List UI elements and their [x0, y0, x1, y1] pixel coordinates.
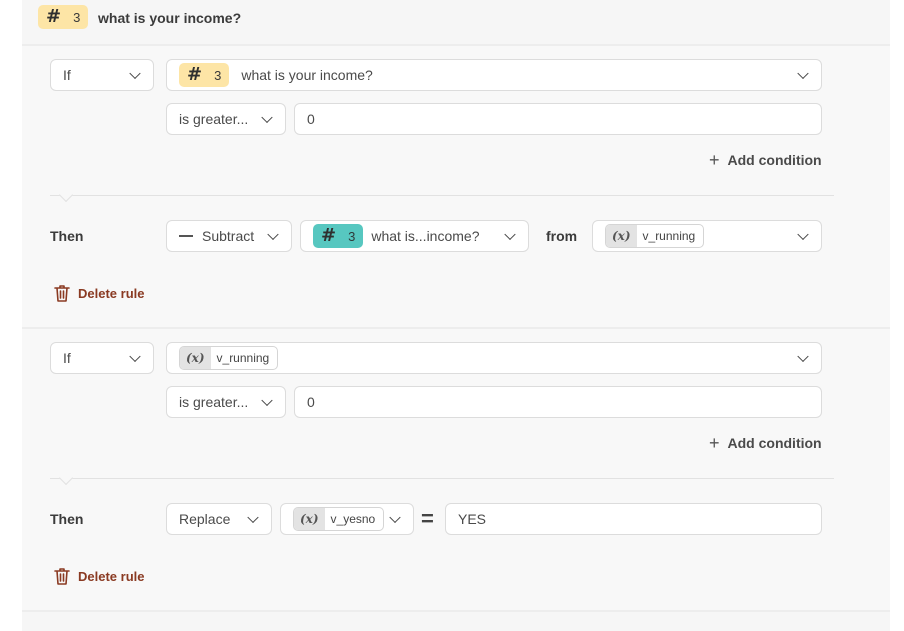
equals-icon: = — [421, 506, 434, 531]
trash-icon — [54, 285, 70, 302]
divider — [50, 195, 834, 196]
rule-1-add-condition-button[interactable]: + Add condition — [709, 151, 822, 169]
rule-1-value-input[interactable]: 0 — [294, 103, 822, 135]
hash-icon: # — [187, 64, 203, 85]
rule-2-operator-select[interactable]: is greater... — [166, 386, 286, 418]
hash-icon: # — [321, 225, 337, 246]
variable-pill: (x) v_running — [179, 346, 279, 370]
rule-1-target-select[interactable]: (x) v_running — [592, 220, 822, 252]
question-number-badge: # 3 — [38, 5, 89, 29]
variable-pill: (x) v_running — [605, 224, 705, 248]
rule-1-if-select[interactable]: If — [50, 59, 154, 91]
rule-1-action-select[interactable]: Subtract — [166, 220, 292, 252]
rule-2-action-select[interactable]: Replace — [166, 503, 272, 535]
chevron-down-icon — [129, 350, 141, 363]
rule-2-if-select[interactable]: If — [50, 342, 154, 374]
chevron-down-icon — [261, 111, 273, 124]
chevron-down-icon — [797, 67, 809, 80]
variable-pill: (x) v_yesno — [293, 507, 385, 531]
chevron-down-icon — [797, 228, 809, 241]
next-section — [22, 612, 890, 631]
trash-icon — [54, 568, 70, 585]
rule-1-then-label: Then — [50, 228, 84, 244]
chevron-down-icon — [267, 228, 279, 241]
chevron-down-icon — [129, 67, 141, 80]
rule-2-value-input[interactable]: 0 — [294, 386, 822, 418]
chevron-down-icon — [504, 228, 516, 241]
plus-icon: + — [709, 150, 720, 170]
rule-2-then-label: Then — [50, 511, 84, 527]
rule-2-subject-select[interactable]: (x) v_running — [166, 342, 822, 374]
question-number-badge: # 3 — [313, 224, 364, 248]
rule-1-from-label: from — [546, 228, 578, 244]
chevron-down-icon — [261, 394, 273, 407]
chevron-down-icon — [797, 350, 809, 363]
variable-icon: (x) — [180, 347, 211, 369]
question-number-badge: # 3 — [179, 63, 230, 87]
divider — [50, 478, 834, 479]
variable-icon: (x) — [294, 508, 325, 530]
rule-2-replace-value-input[interactable]: YES — [445, 503, 822, 535]
minus-icon — [179, 235, 193, 237]
hash-icon: # — [46, 6, 62, 27]
question-title: what is your income? — [98, 10, 242, 26]
chevron-down-icon — [247, 511, 259, 524]
rule-2-add-condition-button[interactable]: + Add condition — [709, 434, 822, 452]
plus-icon: + — [709, 433, 720, 453]
rule-1-operand-select[interactable]: # 3 what is...income? — [300, 220, 529, 252]
rule-2-delete-button[interactable]: Delete rule — [54, 567, 144, 585]
rule-2-target-select[interactable]: (x) v_yesno — [280, 503, 414, 535]
rule-1-subject-select[interactable]: # 3 what is your income? — [166, 59, 822, 91]
question-header: # 3 what is your income? — [22, 0, 890, 44]
rule-1-delete-button[interactable]: Delete rule — [54, 284, 144, 302]
chevron-down-icon — [389, 511, 401, 524]
rule-1-operator-select[interactable]: is greater... — [166, 103, 286, 135]
variable-icon: (x) — [606, 225, 637, 247]
